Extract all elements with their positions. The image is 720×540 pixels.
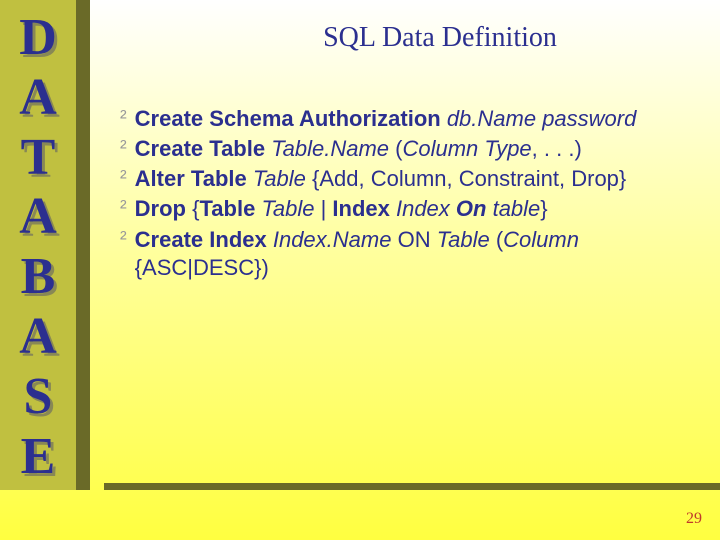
italic-text: Table <box>261 196 320 221</box>
bullet-item: ² Alter Table Table {Add, Column, Constr… <box>120 165 705 193</box>
plain-text: , . . .) <box>532 136 582 161</box>
bullet-text: Create Schema Authorization db.Name pass… <box>135 105 637 133</box>
italic-text: db.Name password <box>447 106 637 131</box>
sidebar-letter: A <box>19 187 57 247</box>
bold-text: Drop <box>135 196 192 221</box>
plain-text: } <box>540 196 547 221</box>
sidebar: D A T A B A S E <box>0 0 90 490</box>
sidebar-letter: S <box>24 367 53 427</box>
sidebar-letter: B <box>21 247 56 307</box>
bullet-icon: ² <box>120 105 127 132</box>
italic-text: Index <box>396 196 456 221</box>
bold-text: Create Schema Authorization <box>135 106 447 131</box>
italic-text: table <box>493 196 541 221</box>
bolditalic-text: On <box>456 196 493 221</box>
italic-text: Table.Name <box>271 136 395 161</box>
bullet-item: ² Create Schema Authorization db.Name pa… <box>120 105 705 133</box>
sidebar-letter: E <box>21 427 56 487</box>
bullet-item: ² Create Index Index.Name ON Table (Colu… <box>120 226 705 282</box>
bold-text: Table <box>199 196 261 221</box>
bullet-item: ² Drop {Table Table | Index Index On tab… <box>120 195 705 223</box>
divider-bar <box>104 483 720 490</box>
bullet-icon: ² <box>120 195 127 222</box>
plain-text: ON <box>391 227 436 252</box>
plain-text: | <box>321 196 333 221</box>
sidebar-letter: A <box>19 307 57 367</box>
bullet-text: Drop {Table Table | Index Index On table… <box>135 195 548 223</box>
sidebar-letter: T <box>21 128 56 188</box>
bold-text: Create Table <box>135 136 272 161</box>
bullet-item: ² Create Table Table.Name (Column Type, … <box>120 135 705 163</box>
sidebar-letter: A <box>19 68 57 128</box>
bold-text: Alter Table <box>135 166 253 191</box>
bullet-icon: ² <box>120 226 127 253</box>
bold-text: Index <box>332 196 396 221</box>
sidebar-letter: D <box>19 8 57 68</box>
italic-text: Column <box>503 227 579 252</box>
bullet-icon: ² <box>120 165 127 192</box>
italic-text: Index.Name <box>273 227 392 252</box>
italic-text: Table <box>437 227 496 252</box>
bullet-icon: ² <box>120 135 127 162</box>
content-area: ² Create Schema Authorization db.Name pa… <box>120 105 705 284</box>
plain-text: {ASC|DESC}) <box>135 255 269 280</box>
bullet-text: Create Index Index.Name ON Table (Column… <box>135 226 705 282</box>
italic-text: Column Type <box>402 136 531 161</box>
slide: D A T A B A S E SQL Data Definition ² Cr… <box>0 0 720 540</box>
page-number: 29 <box>686 510 702 528</box>
bold-text: Create Index <box>135 227 273 252</box>
plain-text: {Add, Column, Constraint, Drop} <box>312 166 626 191</box>
slide-title: SQL Data Definition <box>200 22 680 54</box>
bullet-text: Create Table Table.Name (Column Type, . … <box>135 135 582 163</box>
italic-text: Table <box>253 166 312 191</box>
bullet-text: Alter Table Table {Add, Column, Constrai… <box>135 165 627 193</box>
